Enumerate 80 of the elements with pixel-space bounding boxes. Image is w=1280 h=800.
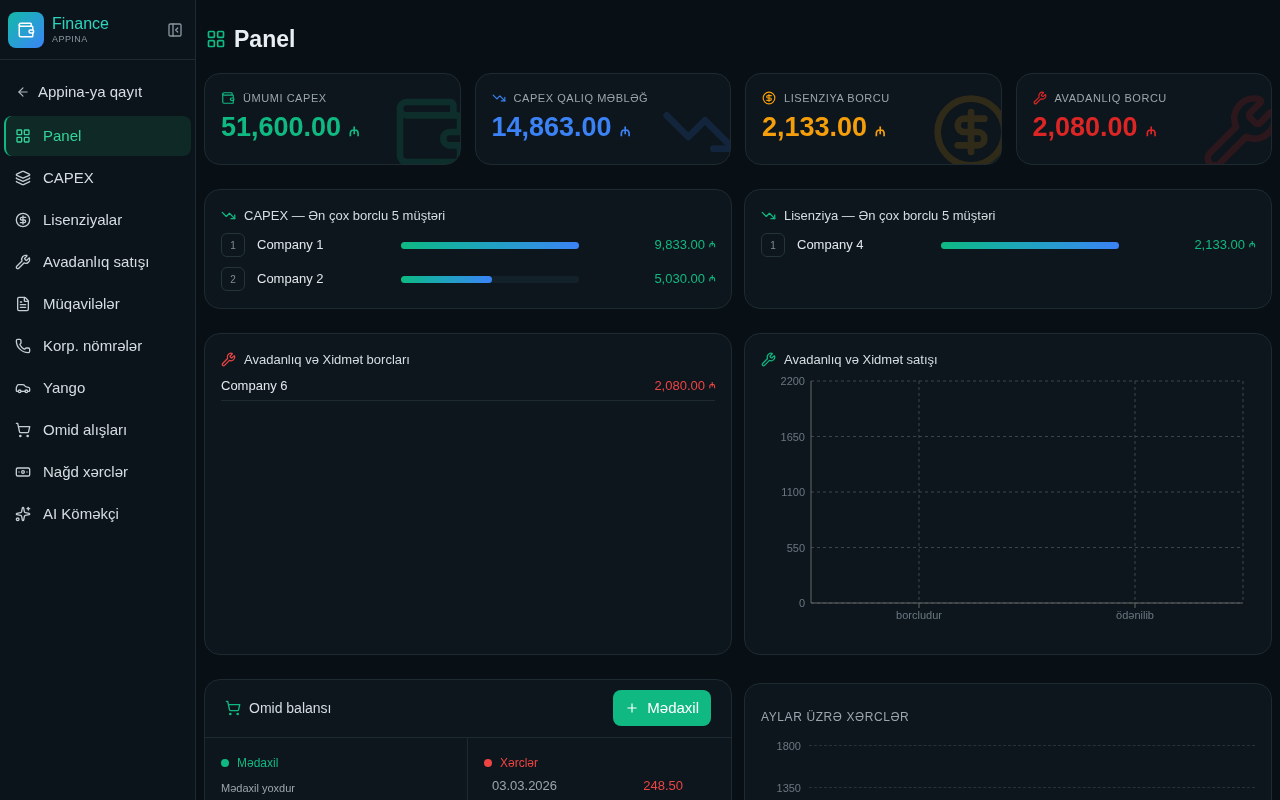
amount: 2,080.00: [654, 376, 705, 395]
card-title: Omid balansı: [249, 698, 332, 718]
stat-label: LISENZIYA BORCU: [784, 90, 890, 106]
section-title: Xərclər: [500, 754, 538, 772]
currency-sign: ₼: [709, 273, 715, 285]
company-name: Company 2: [257, 270, 325, 289]
wrench-icon: [1032, 90, 1047, 105]
wrench-icon: [15, 254, 31, 270]
page-title: Panel: [234, 25, 296, 54]
currency-sign: ₼: [709, 239, 715, 251]
company-name: Company 4: [797, 236, 865, 255]
sidebar-item[interactable]: Panel: [4, 116, 191, 156]
stat-label: AVADANLIQ BORCU: [1054, 90, 1167, 106]
sidebar-item[interactable]: Müqavilələr: [4, 284, 191, 324]
wallet-icon: [17, 20, 35, 39]
brand-subtitle: APPINA: [52, 33, 89, 46]
cart-icon: [15, 422, 31, 438]
grid-icon: [15, 128, 31, 144]
dollar-icon: [15, 212, 31, 228]
currency-sign: ₼: [349, 122, 361, 141]
expense-date: 03.03.2026: [492, 777, 558, 794]
stat-value: 2,080.00: [1032, 114, 1138, 141]
sidebar-item[interactable]: Nağd xərclər: [4, 452, 191, 492]
empty-message: Mədaxil yoxdur: [221, 780, 296, 796]
y-tick-label: 2200: [780, 375, 805, 387]
sidebar-item[interactable]: Korp. nömrələr: [4, 326, 191, 366]
wrench-icon: [221, 351, 236, 367]
dollar-icon: [762, 90, 776, 105]
stat-value: 14,863.00: [491, 114, 612, 141]
amount: 9,833.00: [654, 236, 705, 255]
phone-icon: [15, 338, 31, 354]
stat-value: 2,133.00: [762, 114, 868, 141]
sidebar-item[interactable]: Avadanlıq satışı: [4, 242, 191, 282]
cart-icon: [225, 700, 241, 716]
wallet-icon: [221, 90, 235, 105]
sidebar-item[interactable]: CAPEX: [4, 158, 191, 198]
stat-value: 51,600.00: [221, 114, 342, 141]
section-title: Mədaxil: [237, 754, 279, 772]
brand-name: Finance: [52, 13, 109, 34]
currency-sign: ₼: [1145, 122, 1157, 141]
company-name: Company 6: [221, 376, 288, 395]
layers-icon: [15, 170, 31, 186]
y-tick-label: 550: [786, 541, 805, 554]
y-tick-label: 1650: [780, 430, 805, 443]
plus-icon: [625, 701, 640, 715]
x-tick-label: borcludur: [896, 609, 942, 621]
rank-badge: 1: [761, 233, 785, 257]
card-title: CAPEX — Ən çox borclu 5 müştəri: [244, 206, 446, 225]
currency-sign: ₼: [875, 122, 887, 141]
currency-sign: ₼: [1249, 239, 1255, 251]
sidebar-item[interactable]: Omid alışları: [4, 410, 191, 450]
rank-badge: 1: [221, 233, 245, 257]
company-name: Company 1: [257, 236, 325, 255]
card-title: AYLAR ÜZRƏ XƏRCLƏR: [761, 709, 910, 724]
sidebar-item[interactable]: Yango: [4, 368, 191, 408]
stat-label: CAPEX QALIQ MƏBLƏĞ: [513, 90, 649, 106]
document-icon: [15, 296, 31, 312]
banknote-icon: [15, 464, 31, 480]
grid-icon: [206, 29, 226, 50]
card-title: Avadanlıq və Xidmət borcları: [244, 350, 410, 369]
card-title: Lisenziya — Ən çox borclu 5 müştəri: [784, 206, 996, 225]
sidebar-item[interactable]: Lisenziyalar: [4, 200, 191, 240]
x-tick-label: ödənilib: [1116, 609, 1154, 621]
y-tick-label: 1100: [781, 486, 805, 498]
expense-amount: 248.50: [643, 777, 683, 794]
y-tick-label: 0: [798, 597, 805, 609]
y-tick-label: 1350: [775, 780, 801, 796]
card-title: Avadanlıq və Xidmət satışı: [784, 350, 938, 369]
collapse-sidebar-button[interactable]: [167, 21, 183, 38]
currency-sign: ₼: [619, 122, 631, 141]
sidebar-item[interactable]: AI Köməkçi: [4, 494, 191, 534]
wrench-icon: [761, 351, 776, 367]
back-link[interactable]: Appina-ya qayıt: [16, 76, 179, 108]
amount: 5,030.00: [654, 270, 705, 289]
stat-label: ÜMUMI CAPEX: [243, 90, 327, 106]
y-tick-label: 1800: [775, 738, 801, 754]
amount: 2,133.00: [1194, 236, 1245, 255]
rank-badge: 2: [221, 267, 245, 291]
currency-sign: ₼: [709, 379, 715, 392]
sparkles-icon: [15, 506, 31, 522]
